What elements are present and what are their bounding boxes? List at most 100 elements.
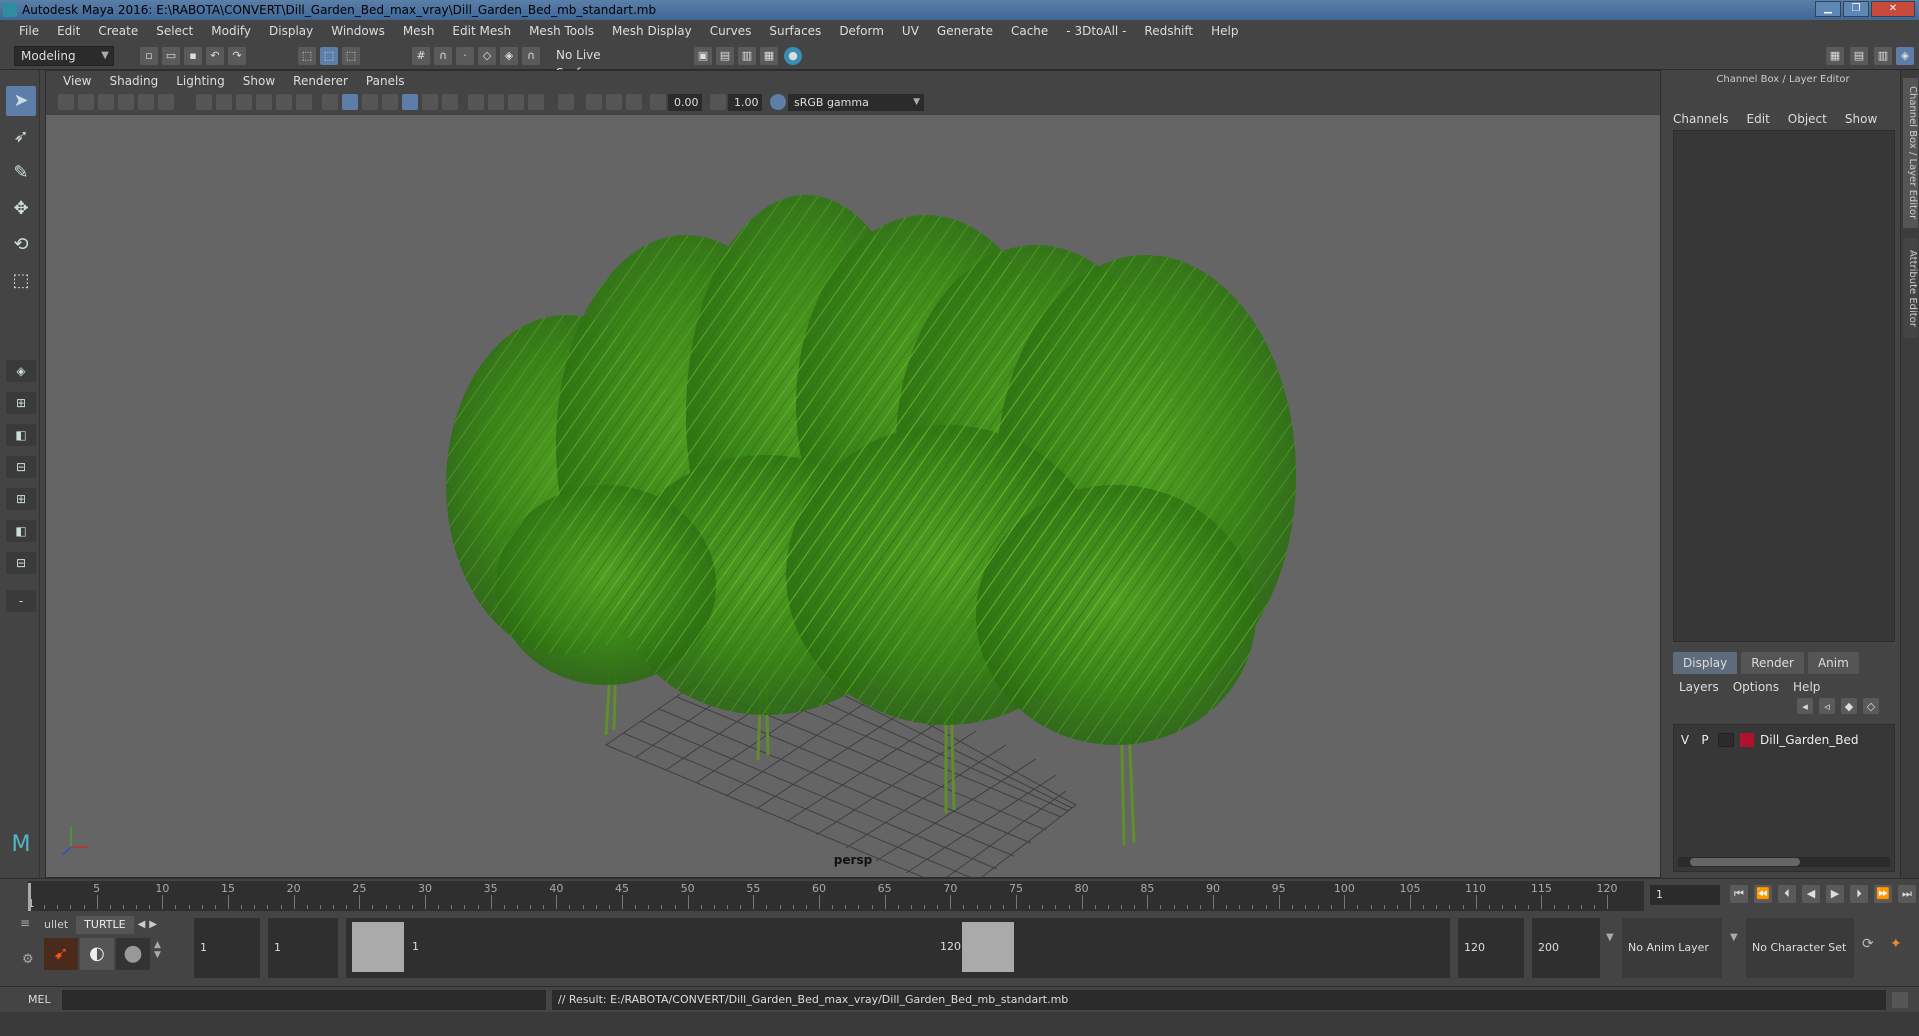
viewport-menu-view[interactable]: View bbox=[54, 74, 100, 88]
viewport-menu-panels[interactable]: Panels bbox=[357, 74, 414, 88]
layer-reference-toggle[interactable] bbox=[1718, 733, 1734, 747]
layer-color-swatch[interactable] bbox=[1740, 733, 1754, 747]
channel-menu-show[interactable]: Show bbox=[1845, 112, 1877, 126]
menu-select[interactable]: Select bbox=[147, 24, 202, 38]
move-layer-up-icon[interactable]: ◂ bbox=[1797, 698, 1813, 714]
tab-anim[interactable]: Anim bbox=[1807, 652, 1859, 674]
viewport-menu-renderer[interactable]: Renderer bbox=[284, 74, 357, 88]
character-set-field[interactable]: No Character Set bbox=[1746, 918, 1854, 978]
start-frame-field[interactable]: 1 bbox=[194, 918, 260, 978]
shelf-tab-turtle[interactable]: TURTLE bbox=[76, 916, 134, 934]
lights-icon[interactable] bbox=[422, 94, 438, 110]
current-frame-field[interactable]: 1 bbox=[1650, 885, 1720, 905]
exposure-icon[interactable] bbox=[650, 94, 666, 110]
step-back-icon[interactable]: ⏪ bbox=[1754, 885, 1772, 903]
playback-start-field[interactable]: 1 bbox=[268, 918, 338, 978]
open-scene-icon[interactable]: ▭ bbox=[162, 47, 180, 65]
playback-end-field[interactable]: 120 bbox=[1458, 918, 1524, 978]
viewport-menu-lighting[interactable]: Lighting bbox=[167, 74, 234, 88]
layout-outliner-icon[interactable]: ◧ bbox=[6, 520, 36, 542]
menu-cache[interactable]: Cache bbox=[1002, 24, 1057, 38]
menu-help[interactable]: Help bbox=[1202, 24, 1247, 38]
menu-display[interactable]: Display bbox=[260, 24, 322, 38]
image-plane-icon[interactable] bbox=[118, 94, 134, 110]
menu-generate[interactable]: Generate bbox=[928, 24, 1002, 38]
turtle-render-icon[interactable]: ➹ bbox=[44, 938, 78, 970]
ambient-occlusion-icon[interactable] bbox=[468, 94, 484, 110]
menu-surfaces[interactable]: Surfaces bbox=[760, 24, 830, 38]
live-surface-field[interactable]: No Live Surface bbox=[550, 46, 646, 80]
time-ruler[interactable]: 1 5 10 15 20 25 30 35 40 45 50 55 60 65 70 75 80 85 90 95 1… bbox=[28, 881, 1644, 911]
shelf-scroll-left-icon[interactable]: ◀ bbox=[138, 916, 146, 934]
select-object-icon[interactable]: ⬚ bbox=[320, 47, 338, 65]
layer-scrollbar-thumb[interactable] bbox=[1690, 858, 1800, 866]
step-back-key-icon[interactable]: ⏴ bbox=[1778, 885, 1796, 903]
save-scene-icon[interactable]: ▪ bbox=[184, 47, 202, 65]
turtle-surface-icon[interactable]: ● bbox=[116, 938, 150, 970]
select-component-icon[interactable]: ⬚ bbox=[342, 47, 360, 65]
lasso-tool-icon[interactable]: ➶ bbox=[6, 122, 36, 152]
color-space-dropdown[interactable]: sRGB gamma ▼ bbox=[788, 94, 924, 111]
bookmark-icon[interactable] bbox=[98, 94, 114, 110]
layout-icon[interactable]: ▤ bbox=[1850, 47, 1868, 65]
snap-point-icon[interactable]: · bbox=[456, 47, 474, 65]
snap-view-icon[interactable]: ◇ bbox=[478, 47, 496, 65]
tab-channel-box-layer-editor[interactable]: Channel Box / Layer Editor bbox=[1903, 78, 1918, 228]
preferences-icon[interactable]: ✦ bbox=[1890, 936, 1902, 952]
camera-attributes-icon[interactable] bbox=[78, 94, 94, 110]
menu-mesh[interactable]: Mesh bbox=[394, 24, 444, 38]
menu-uv[interactable]: UV bbox=[893, 24, 928, 38]
menu-edit[interactable]: Edit bbox=[48, 24, 89, 38]
play-back-icon[interactable]: ◀ bbox=[1802, 885, 1820, 903]
shelf-settings-icon[interactable]: ⚙ bbox=[22, 952, 34, 967]
menu-modify[interactable]: Modify bbox=[202, 24, 260, 38]
shelf-tab-bullet[interactable]: ullet bbox=[40, 916, 72, 934]
ipr-render-icon[interactable]: ▥ bbox=[738, 47, 756, 65]
snap-grid-icon[interactable]: # bbox=[412, 47, 430, 65]
isolate-select-icon[interactable] bbox=[558, 94, 574, 110]
step-forward-key-icon[interactable]: ⏵ bbox=[1850, 885, 1868, 903]
shadows-icon[interactable] bbox=[442, 94, 458, 110]
outliner-icon[interactable]: ▥ bbox=[1874, 47, 1892, 65]
layer-menu-layers[interactable]: Layers bbox=[1679, 680, 1719, 694]
camera-select-icon[interactable] bbox=[58, 94, 74, 110]
current-time-indicator[interactable] bbox=[28, 883, 31, 911]
select-hierarchy-icon[interactable]: ⬚ bbox=[298, 47, 316, 65]
xray-active-icon[interactable] bbox=[606, 94, 622, 110]
time-slider[interactable]: 1 5 10 15 20 25 30 35 40 45 50 55 60 65 70 75 80 85 90 95 1… bbox=[0, 878, 1919, 912]
layer-playback-toggle[interactable]: P bbox=[1698, 733, 1712, 747]
resolution-gate-icon[interactable] bbox=[216, 94, 232, 110]
safe-action-icon[interactable] bbox=[276, 94, 292, 110]
range-bar[interactable]: 1 120 bbox=[346, 918, 1450, 978]
menu-deform[interactable]: Deform bbox=[830, 24, 893, 38]
snap-live-icon[interactable]: ∩ bbox=[522, 47, 540, 65]
textured-icon[interactable] bbox=[402, 94, 418, 110]
layout-three-icon[interactable]: ⊞ bbox=[6, 488, 36, 510]
anim-layer-arrow-icon[interactable]: ▼ bbox=[1606, 932, 1614, 943]
snap-surface-icon[interactable]: ◈ bbox=[500, 47, 518, 65]
select-tool-icon[interactable]: ➤ bbox=[6, 86, 36, 116]
wireframe-icon[interactable] bbox=[322, 94, 338, 110]
xray-icon[interactable] bbox=[382, 94, 398, 110]
shade-wire-icon[interactable] bbox=[362, 94, 378, 110]
turtle-bake-icon[interactable]: ◐ bbox=[80, 938, 114, 970]
range-start-handle[interactable] bbox=[352, 922, 404, 972]
layer-row[interactable]: V P Dill_Garden_Bed bbox=[1678, 731, 1890, 749]
layout-single-icon[interactable]: ◈ bbox=[6, 360, 36, 382]
layout-four-icon[interactable]: ⊞ bbox=[6, 392, 36, 414]
viewport-menu-show[interactable]: Show bbox=[234, 74, 284, 88]
gate-mask-icon[interactable] bbox=[236, 94, 252, 110]
channel-box-list[interactable] bbox=[1673, 130, 1895, 642]
anim-layer-field[interactable]: No Anim Layer bbox=[1622, 918, 1722, 978]
channel-box-toggle-icon[interactable]: ◈ bbox=[1896, 47, 1914, 65]
render-current-icon[interactable]: ▤ bbox=[716, 47, 734, 65]
channel-menu-object[interactable]: Object bbox=[1788, 112, 1827, 126]
layer-visibility-toggle[interactable]: V bbox=[1678, 733, 1692, 747]
layout-side-icon[interactable]: ◧ bbox=[6, 424, 36, 446]
menu-edit-mesh[interactable]: Edit Mesh bbox=[443, 24, 520, 38]
menu-redshift[interactable]: Redshift bbox=[1135, 24, 1202, 38]
menu-mesh-tools[interactable]: Mesh Tools bbox=[520, 24, 603, 38]
maximize-button[interactable]: ❐ bbox=[1843, 1, 1869, 17]
char-set-arrow-icon[interactable]: ▼ bbox=[1730, 932, 1738, 943]
new-scene-icon[interactable]: ▫ bbox=[140, 47, 158, 65]
